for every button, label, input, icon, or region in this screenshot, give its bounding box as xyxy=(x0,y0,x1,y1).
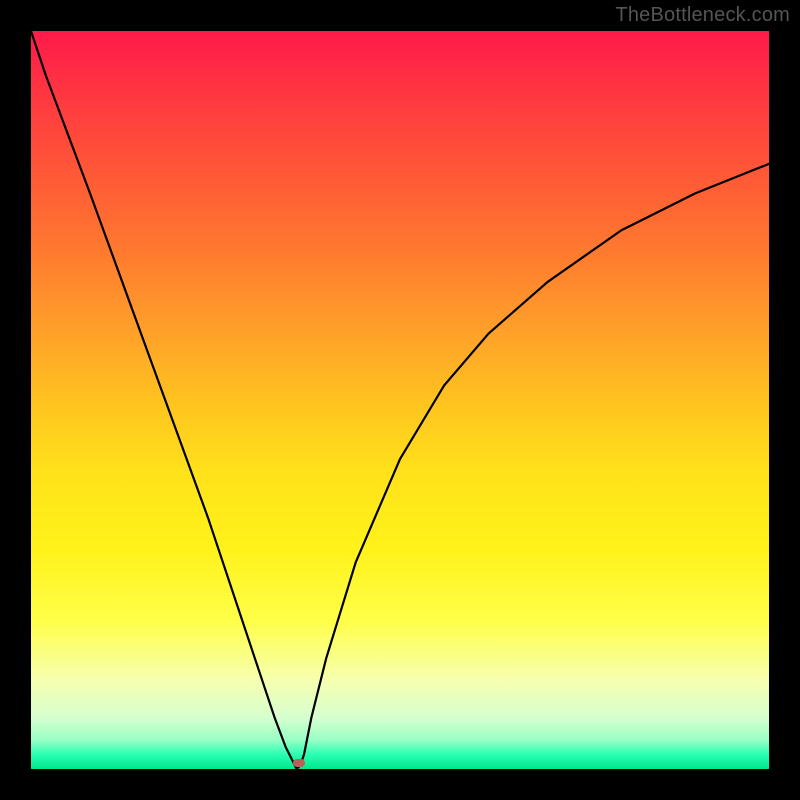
curve-svg xyxy=(31,31,769,769)
curve-path xyxy=(31,31,769,769)
watermark-text: TheBottleneck.com xyxy=(615,4,790,27)
chart-frame: TheBottleneck.com xyxy=(0,0,800,800)
bottleneck-marker xyxy=(293,759,305,767)
plot-area xyxy=(31,31,769,769)
